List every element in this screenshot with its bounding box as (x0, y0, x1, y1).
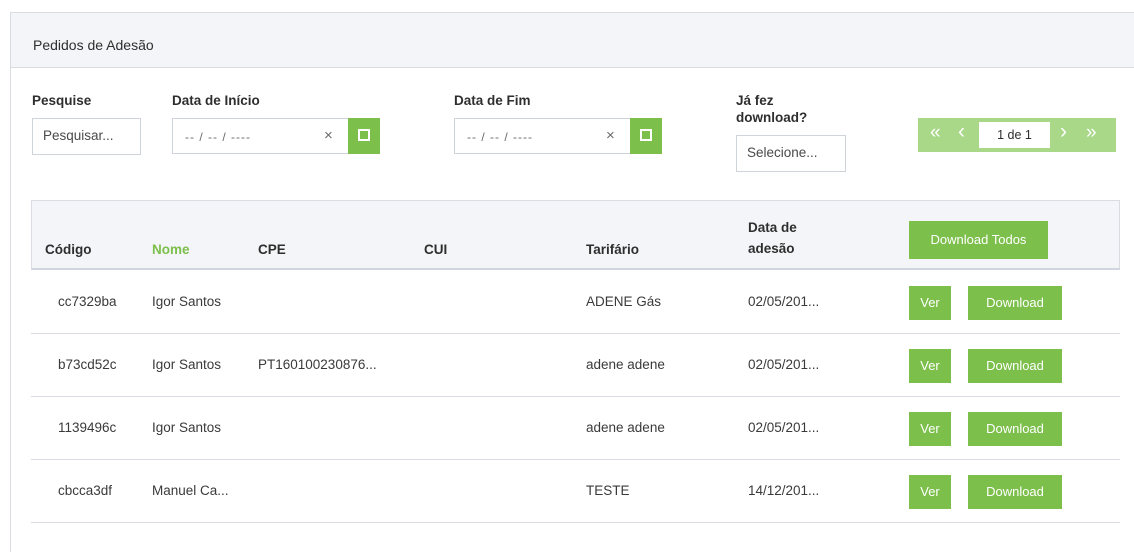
cell-name: Igor Santos (152, 357, 222, 372)
cell-date: 14/12/201... (748, 483, 820, 498)
downloaded-label-line1: Já fez (736, 93, 774, 108)
cell-cpe: PT160100230876... (258, 357, 377, 372)
cell-date: 02/05/201... (748, 420, 820, 435)
column-header-date-line2: adesão (748, 241, 795, 256)
calendar-icon (358, 129, 370, 141)
start-date-calendar-button[interactable] (348, 118, 380, 154)
search-input[interactable]: Pesquisar... (32, 118, 141, 155)
downloaded-placeholder: Selecione... (747, 145, 818, 160)
download-button[interactable]: Download (968, 286, 1062, 320)
start-date-clear-icon[interactable]: × (324, 127, 333, 144)
cell-name: Igor Santos (152, 420, 222, 435)
column-header-code[interactable]: Código (45, 241, 92, 259)
column-header-date-line1: Data de (748, 220, 797, 235)
cell-code: cc7329ba (58, 294, 117, 309)
table-row: cbcca3df Manuel Ca... TESTE 14/12/201... Ver… (31, 460, 1120, 523)
panel-title: Pedidos de Adesão (33, 37, 154, 53)
top-strip (0, 0, 1134, 12)
end-date-calendar-button[interactable] (630, 118, 662, 154)
cell-name: Igor Santos (152, 294, 222, 309)
page-info: 1 de 1 (979, 122, 1050, 148)
download-button[interactable]: Download (968, 412, 1062, 446)
pagination: « ‹ 1 de 1 › » (918, 118, 1116, 152)
view-button[interactable]: Ver (909, 349, 951, 383)
column-header-name[interactable]: Nome (152, 241, 190, 259)
table-row: cc7329ba Igor Santos ADENE Gás 02/05/201...… (31, 271, 1120, 334)
start-date-input[interactable]: -- / -- / ---- × (172, 118, 348, 154)
view-button[interactable]: Ver (909, 475, 951, 509)
download-button[interactable]: Download (968, 349, 1062, 383)
search-label: Pesquise (32, 93, 92, 108)
table-row: 1139496c Igor Santos adene adene 02/05/201.… (31, 397, 1120, 460)
end-date-label: Data de Fim (454, 93, 531, 108)
view-button[interactable]: Ver (909, 286, 951, 320)
column-header-cpe[interactable]: CPE (258, 241, 286, 259)
first-page-icon[interactable]: « (930, 122, 941, 144)
downloaded-label: Já fez download? (736, 92, 807, 126)
column-header-date[interactable]: Data de adesão (748, 219, 797, 258)
cell-name: Manuel Ca... (152, 483, 229, 498)
table-row: b73cd52c Igor Santos PT160100230876... aden… (31, 334, 1120, 397)
last-page-icon[interactable]: » (1086, 122, 1097, 144)
cell-tariff: TESTE (586, 483, 630, 498)
cell-date: 02/05/201... (748, 294, 820, 309)
cell-date: 02/05/201... (748, 357, 820, 372)
next-page-icon[interactable]: › (1060, 120, 1067, 144)
column-header-tariff[interactable]: Tarifário (586, 241, 639, 259)
cell-code: cbcca3df (58, 483, 113, 498)
start-date-label: Data de Início (172, 93, 260, 108)
cell-code: b73cd52c (58, 357, 117, 372)
search-placeholder: Pesquisar... (43, 128, 114, 143)
cell-tariff: adene adene (586, 357, 665, 372)
panel-header: Pedidos de Adesão (11, 13, 1134, 68)
start-date-mask: -- / -- / ---- (185, 130, 251, 144)
download-button[interactable]: Download (968, 475, 1062, 509)
download-all-button[interactable]: Download Todos (909, 221, 1048, 259)
cell-code: 1139496c (58, 420, 117, 435)
end-date-input[interactable]: -- / -- / ---- × (454, 118, 630, 154)
end-date-clear-icon[interactable]: × (606, 127, 615, 144)
cell-tariff: ADENE Gás (586, 294, 662, 309)
downloaded-select[interactable]: Selecione... (736, 135, 846, 172)
calendar-icon (640, 129, 652, 141)
downloaded-label-line2: download? (736, 110, 808, 125)
column-header-cui[interactable]: CUI (424, 241, 447, 259)
view-button[interactable]: Ver (909, 412, 951, 446)
prev-page-icon[interactable]: ‹ (958, 120, 965, 144)
cell-tariff: adene adene (586, 420, 665, 435)
end-date-mask: -- / -- / ---- (467, 130, 533, 144)
